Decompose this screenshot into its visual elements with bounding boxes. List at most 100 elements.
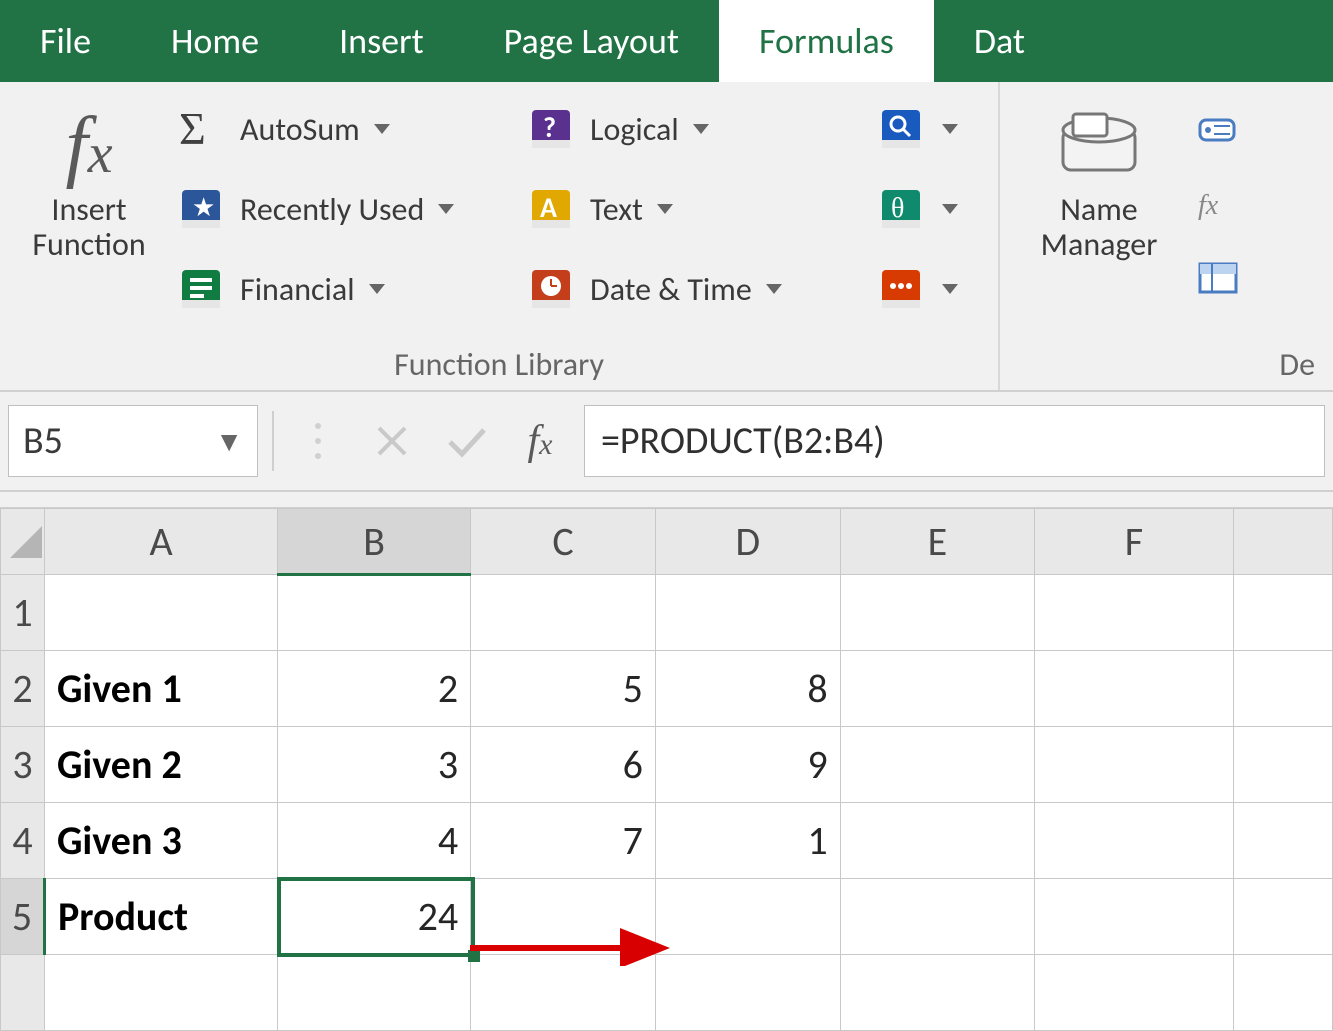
text-button[interactable]: A Text — [524, 174, 864, 244]
enter-button — [436, 411, 496, 471]
col-header-F[interactable]: F — [1035, 509, 1233, 575]
col-header-E[interactable]: E — [840, 509, 1035, 575]
tab-page-layout[interactable]: Page Layout — [464, 0, 719, 82]
fx-insert-button[interactable]: fx — [510, 411, 570, 471]
name-manager-button[interactable]: Name Manager — [1014, 92, 1184, 335]
name-box[interactable]: B5 ▼ — [8, 405, 258, 477]
ribbon-group-defined-names: Name Manager fx — [1000, 82, 1333, 390]
cell-D3[interactable]: 9 — [655, 727, 840, 803]
cell-G2[interactable] — [1233, 651, 1332, 727]
row-header-2[interactable]: 2 — [1, 651, 45, 727]
sigma-icon: Σ — [174, 102, 228, 156]
ribbon: fx Insert Function Σ AutoSum — [0, 82, 1333, 392]
tab-data[interactable]: Dat — [934, 0, 1045, 82]
row-header-1[interactable]: 1 — [1, 575, 45, 651]
cell-A3[interactable]: Given 2 — [44, 727, 277, 803]
formula-input[interactable]: =PRODUCT(B2:B4) — [584, 405, 1325, 477]
cell-E4[interactable] — [840, 803, 1035, 879]
row-header-3[interactable]: 3 — [1, 727, 45, 803]
cell-B5[interactable]: 24 — [278, 879, 471, 955]
cell-C6[interactable] — [471, 955, 656, 1031]
recently-used-button[interactable]: ★ Recently Used — [174, 174, 514, 244]
worksheet-grid[interactable]: A B C D E F 1 2 Given 1 2 5 8 — [0, 508, 1333, 1031]
cell-C1[interactable] — [471, 575, 656, 651]
cell-E1[interactable] — [840, 575, 1035, 651]
chevron-down-icon — [940, 282, 960, 296]
cell-A1[interactable] — [44, 575, 277, 651]
col-header-extra[interactable] — [1233, 509, 1332, 575]
cell-B3[interactable]: 3 — [278, 727, 471, 803]
cell-D6[interactable] — [655, 955, 840, 1031]
col-header-A[interactable]: A — [44, 509, 277, 575]
lookup-reference-button[interactable] — [874, 94, 984, 164]
logical-button[interactable]: ? Logical — [524, 94, 864, 164]
use-in-formula-button[interactable]: fx — [1194, 174, 1248, 234]
function-library-group-label: Function Library — [14, 335, 984, 390]
cancel-button — [362, 411, 422, 471]
insert-function-button[interactable]: fx Insert Function — [14, 92, 164, 335]
tab-formulas[interactable]: Formulas — [719, 0, 934, 82]
chevron-down-icon — [436, 202, 456, 216]
cell-B6[interactable] — [278, 955, 471, 1031]
cell-A6[interactable] — [44, 955, 277, 1031]
fx-icon: fx — [528, 417, 553, 465]
cell-E6[interactable] — [840, 955, 1035, 1031]
cell-D4[interactable]: 1 — [655, 803, 840, 879]
cell-G3[interactable] — [1233, 727, 1332, 803]
date-time-button[interactable]: Date & Time — [524, 254, 864, 324]
library-col-3: θ — [874, 92, 984, 335]
more-functions-button[interactable] — [874, 254, 984, 324]
row-header-6[interactable] — [1, 955, 45, 1031]
cell-B2[interactable]: 2 — [278, 651, 471, 727]
cell-B1[interactable] — [278, 575, 471, 651]
cell-E3[interactable] — [840, 727, 1035, 803]
fill-handle[interactable] — [468, 950, 480, 962]
cell-C5[interactable] — [471, 879, 656, 955]
insert-function-label-2: Function — [32, 227, 145, 262]
chevron-down-icon — [655, 202, 675, 216]
cell-C4[interactable]: 7 — [471, 803, 656, 879]
chevron-down-icon — [764, 282, 784, 296]
tab-file[interactable]: File — [0, 0, 131, 82]
tab-insert[interactable]: Insert — [299, 0, 464, 82]
cell-C3[interactable]: 6 — [471, 727, 656, 803]
cell-G1[interactable] — [1233, 575, 1332, 651]
cell-A5[interactable]: Product — [44, 879, 277, 955]
create-from-selection-button[interactable] — [1194, 248, 1248, 308]
cell-D1[interactable] — [655, 575, 840, 651]
tab-home[interactable]: Home — [131, 0, 299, 82]
cell-F2[interactable] — [1035, 651, 1233, 727]
cell-G6[interactable] — [1233, 955, 1332, 1031]
col-header-B[interactable]: B — [278, 509, 471, 575]
row-header-5[interactable]: 5 — [1, 879, 45, 955]
cell-F4[interactable] — [1035, 803, 1233, 879]
cell-F1[interactable] — [1035, 575, 1233, 651]
cell-A4[interactable]: Given 3 — [44, 803, 277, 879]
row-header-4[interactable]: 4 — [1, 803, 45, 879]
col-header-D[interactable]: D — [655, 509, 840, 575]
cell-F5[interactable] — [1035, 879, 1233, 955]
cell-D2[interactable]: 8 — [655, 651, 840, 727]
create-selection-icon — [1194, 251, 1248, 305]
cell-F6[interactable] — [1035, 955, 1233, 1031]
autosum-button[interactable]: Σ AutoSum — [174, 94, 514, 164]
cell-E2[interactable] — [840, 651, 1035, 727]
cell-B4[interactable]: 4 — [278, 803, 471, 879]
cell-F3[interactable] — [1035, 727, 1233, 803]
cell-D5[interactable] — [655, 879, 840, 955]
cell-G5[interactable] — [1233, 879, 1332, 955]
financial-button[interactable]: Financial — [174, 254, 514, 324]
define-name-button[interactable] — [1194, 100, 1248, 160]
name-manager-icon — [1049, 100, 1149, 192]
math-trig-button[interactable]: θ — [874, 174, 984, 244]
cell-E5[interactable] — [840, 879, 1035, 955]
cell-G4[interactable] — [1233, 803, 1332, 879]
logical-label: Logical — [590, 110, 679, 149]
insert-function-label-1: Insert — [32, 192, 145, 227]
select-all-corner[interactable] — [1, 509, 45, 575]
col-header-C[interactable]: C — [471, 509, 656, 575]
cell-A2[interactable]: Given 1 — [44, 651, 277, 727]
cell-C2[interactable]: 5 — [471, 651, 656, 727]
spacer — [0, 492, 1333, 508]
svg-text:θ: θ — [891, 193, 904, 224]
